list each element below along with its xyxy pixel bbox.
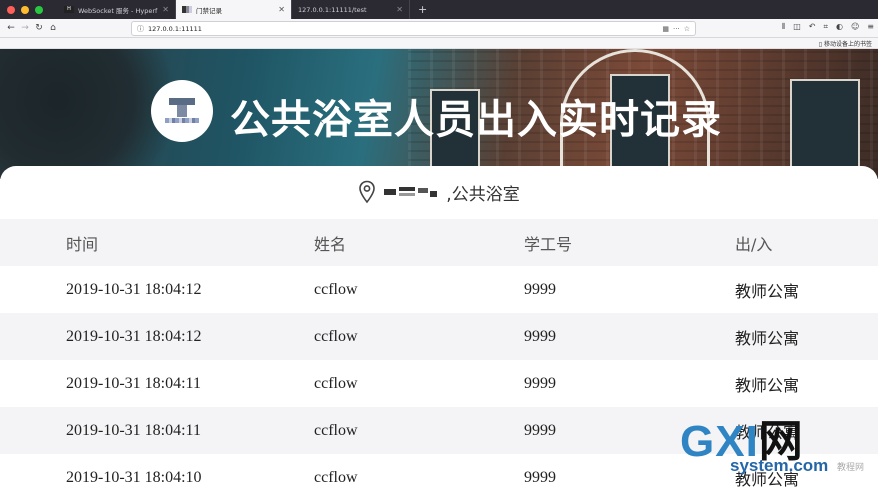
watermark-extra: 教程网 bbox=[837, 463, 865, 473]
window-controls bbox=[0, 5, 58, 14]
cell-name: ccflow bbox=[314, 407, 524, 454]
toolbar-icons: ⫴ ◫ ↶ ⌗ ◐ ☺ ≡ bbox=[782, 22, 874, 32]
close-tab-icon[interactable]: ✕ bbox=[278, 5, 285, 14]
column-header-time: 时间 bbox=[0, 219, 314, 266]
cell-time: 2019-10-31 18:04:10 bbox=[66, 468, 202, 486]
sidebar-icon[interactable]: ◫ bbox=[793, 22, 801, 32]
cell-direction: 教师公寓 bbox=[735, 313, 878, 360]
menu-icon[interactable]: ≡ bbox=[867, 22, 874, 32]
tab-access-record[interactable]: 门禁记录 ✕ bbox=[176, 0, 292, 19]
close-tab-icon[interactable]: ✕ bbox=[162, 5, 169, 14]
page-actions-icon[interactable]: ··· bbox=[673, 25, 680, 33]
redacted-location-name bbox=[384, 187, 438, 197]
location-label: ,公共浴室 bbox=[446, 184, 520, 205]
cell-name: ccflow bbox=[314, 468, 358, 486]
site-watermark: GXI网 system.com 教程网 bbox=[680, 405, 870, 495]
header-banner: 公共浴室人员出入实时记录 bbox=[0, 49, 878, 179]
home-icon[interactable]: ⌂ bbox=[46, 23, 60, 33]
column-header-name: 姓名 bbox=[314, 219, 524, 266]
account-icon[interactable]: ☺ bbox=[851, 22, 859, 32]
url-text[interactable]: 127.0.0.1:11111 bbox=[148, 25, 658, 33]
page-title: 公共浴室人员出入实时记录 bbox=[230, 97, 722, 143]
table-row: 2019-10-31 18:04:12 ccflow 9999 教师公寓 bbox=[0, 266, 878, 313]
table-row: 2019-10-31 18:04:12 ccflow 9999 教师公寓 bbox=[0, 313, 878, 360]
location-pin-icon bbox=[359, 180, 376, 204]
tab-test[interactable]: 127.0.0.1:11111/test ✕ bbox=[292, 0, 410, 19]
minimize-window-icon[interactable] bbox=[21, 5, 29, 14]
tab-label: WebSocket 服务 - Hyperf bbox=[78, 6, 158, 15]
cell-time: 2019-10-31 18:04:11 bbox=[0, 407, 314, 454]
forward-arrow-icon[interactable]: → bbox=[18, 23, 32, 33]
cell-name: ccflow bbox=[314, 280, 358, 298]
watermark-domain: system.com bbox=[730, 456, 829, 475]
cell-name: ccflow bbox=[314, 313, 524, 360]
cell-time: 2019-10-31 18:04:12 bbox=[0, 313, 314, 360]
site-info-icon[interactable]: ⓘ bbox=[137, 24, 144, 34]
tab-websocket[interactable]: H WebSocket 服务 - Hyperf ✕ bbox=[58, 0, 176, 19]
cell-id: 9999 bbox=[524, 313, 735, 360]
browser-navbar: ← → ↻ ⌂ ⓘ 127.0.0.1:11111 ▦ ··· ☆ ⫴ ◫ ↶ … bbox=[0, 19, 878, 38]
cell-name: ccflow bbox=[314, 374, 358, 392]
bookmarks-bar: ▯ 移动设备上的书签 bbox=[0, 38, 878, 49]
column-header-id: 学工号 bbox=[524, 219, 735, 266]
building-window bbox=[790, 79, 860, 179]
table-row: 2019-10-31 18:04:11 ccflow 9999 教师公寓 bbox=[0, 360, 878, 407]
cell-id: 9999 bbox=[524, 280, 556, 298]
qr-code-icon[interactable]: ▦ bbox=[662, 25, 669, 33]
table-header-row: 时间 姓名 学工号 出/入 bbox=[0, 219, 878, 266]
crop-icon[interactable]: ⌗ bbox=[823, 22, 828, 32]
extension-icon[interactable]: ◐ bbox=[836, 22, 843, 32]
library-icon[interactable]: ⫴ bbox=[782, 22, 785, 32]
bookmark-star-icon[interactable]: ☆ bbox=[684, 25, 690, 33]
cell-id: 9999 bbox=[524, 374, 556, 392]
close-window-icon[interactable] bbox=[7, 5, 15, 14]
address-bar[interactable]: ⓘ 127.0.0.1:11111 ▦ ··· ☆ bbox=[131, 21, 696, 36]
mobile-bookmarks[interactable]: ▯ 移动设备上的书签 bbox=[819, 39, 872, 48]
close-tab-icon[interactable]: ✕ bbox=[396, 5, 403, 14]
new-tab-icon[interactable]: + bbox=[410, 3, 427, 16]
column-header-direction: 出/入 bbox=[735, 219, 878, 266]
tab-label: 门禁记录 bbox=[196, 6, 222, 15]
cell-time: 2019-10-31 18:04:12 bbox=[66, 280, 202, 298]
location-line: ,公共浴室 bbox=[0, 166, 878, 218]
tab-label: 127.0.0.1:11111/test bbox=[298, 5, 367, 14]
cell-direction: 教师公寓 bbox=[735, 281, 800, 301]
school-logo bbox=[151, 80, 213, 142]
cell-direction: 教师公寓 bbox=[735, 375, 800, 395]
back-arrow-icon[interactable]: ← bbox=[4, 23, 18, 33]
redacted-logo-icon bbox=[165, 94, 199, 128]
hyperf-favicon-icon: H bbox=[64, 6, 74, 13]
reload-icon[interactable]: ↻ bbox=[32, 23, 46, 33]
undo-icon[interactable]: ↶ bbox=[809, 22, 816, 32]
maximize-window-icon[interactable] bbox=[35, 5, 43, 14]
browser-tabbar: H WebSocket 服务 - Hyperf ✕ 门禁记录 ✕ 127.0.0… bbox=[0, 0, 878, 19]
mobile-bookmarks-label: 移动设备上的书签 bbox=[823, 41, 872, 48]
redacted-favicon-icon bbox=[182, 6, 192, 13]
cell-time: 2019-10-31 18:04:11 bbox=[66, 374, 201, 392]
